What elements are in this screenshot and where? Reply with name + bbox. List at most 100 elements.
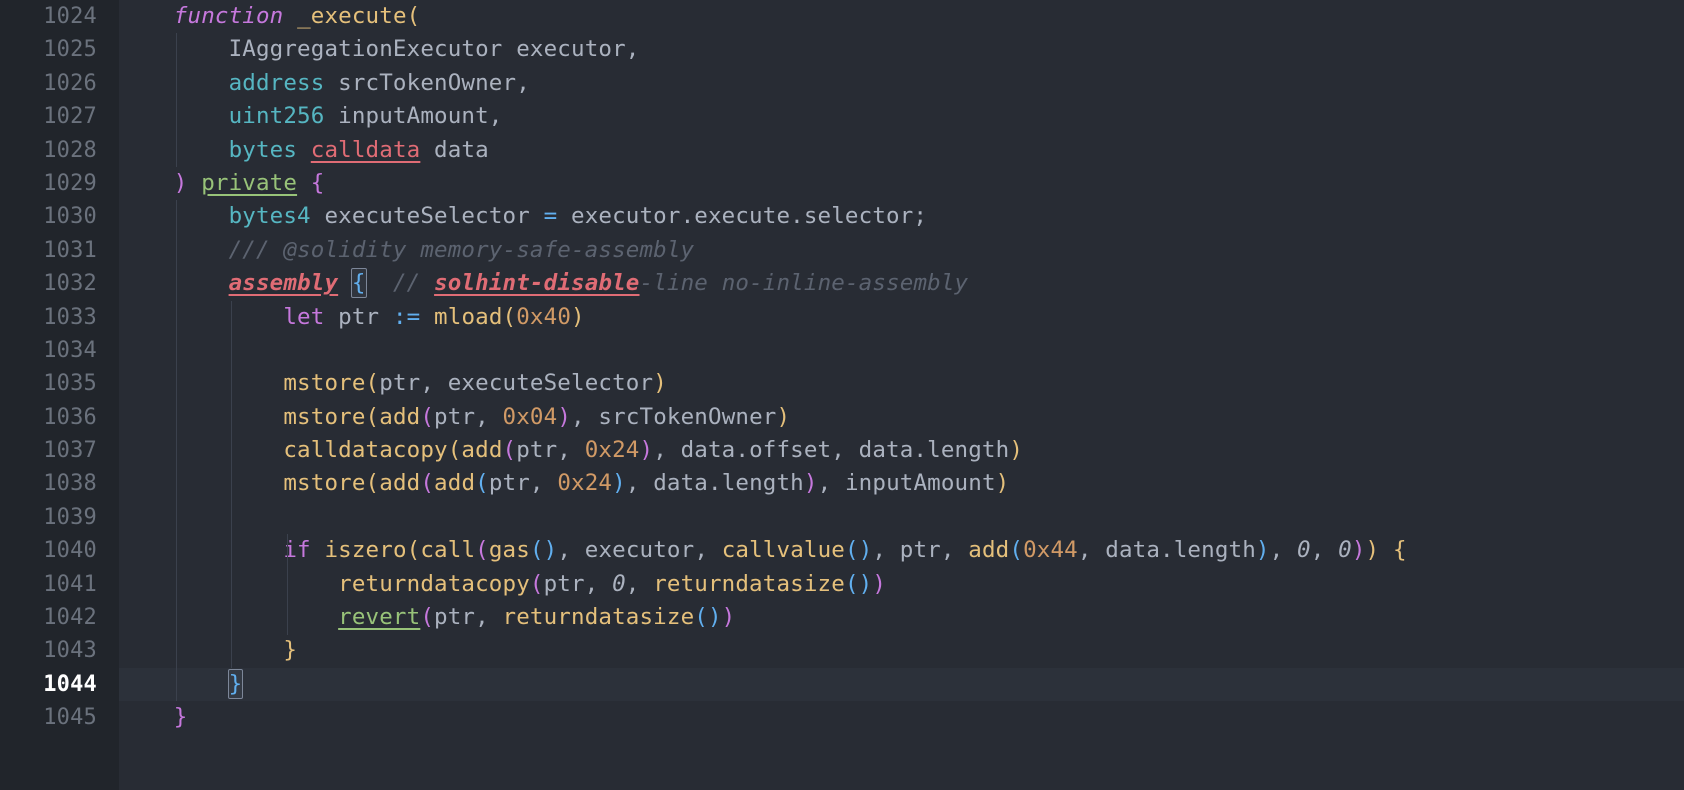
code-line-text: mstore(add(add(ptr, 0x24), data.length),…: [119, 467, 1684, 500]
code-token: executor.execute.selector;: [557, 203, 928, 230]
code-token: , executor,: [557, 537, 722, 564]
code-line[interactable]: }: [119, 634, 1684, 667]
code-token: (: [529, 537, 544, 564]
code-token: 0x40: [516, 303, 572, 330]
code-line[interactable]: function _execute(: [119, 0, 1684, 33]
code-line[interactable]: uint256 inputAmount,: [119, 100, 1684, 133]
line-number[interactable]: 1037: [0, 434, 119, 467]
code-token: (: [447, 437, 462, 464]
code-editor[interactable]: 1024 1025 1026 1027 1028 1029 1030 1031 1032 1033…: [0, 0, 1684, 790]
code-token: ): [858, 537, 873, 564]
code-token: }: [283, 637, 298, 664]
code-line[interactable]: ) private {: [119, 167, 1684, 200]
line-number[interactable]: 1035: [0, 367, 119, 400]
line-number[interactable]: 1033: [0, 301, 119, 334]
code-token: ptr: [324, 303, 393, 330]
code-line-text: bytes4 executeSelector = executor.execut…: [119, 200, 1684, 233]
code-line[interactable]: [119, 501, 1684, 534]
code-token: data: [420, 136, 489, 163]
code-line[interactable]: mstore(add(ptr, 0x04), srcTokenOwner): [119, 401, 1684, 434]
line-number[interactable]: 1044: [0, 668, 119, 701]
line-number[interactable]: 1032: [0, 267, 119, 300]
line-number[interactable]: 1034: [0, 334, 119, 367]
code-token: returndatacopy: [338, 570, 530, 597]
code-line-active[interactable]: }: [119, 667, 1684, 702]
line-number[interactable]: 1027: [0, 100, 119, 133]
code-token: address: [228, 69, 325, 96]
code-token: ptr,: [516, 437, 585, 464]
line-number[interactable]: 1030: [0, 200, 119, 233]
line-number[interactable]: 1042: [0, 601, 119, 634]
code-line[interactable]: let ptr := mload(0x40): [119, 301, 1684, 334]
line-number[interactable]: 1024: [0, 0, 119, 33]
code-token: add: [434, 470, 476, 497]
line-number[interactable]: 1039: [0, 501, 119, 534]
code-token: ptr,: [434, 403, 503, 430]
code-line[interactable]: if iszero(call(gas(), executor, callvalu…: [119, 534, 1684, 567]
code-token: srcTokenOwner,: [324, 69, 530, 96]
code-token: ptr,: [488, 470, 558, 497]
code-line-text: }: [119, 701, 1684, 734]
code-line[interactable]: calldatacopy(add(ptr, 0x24), data.offset…: [119, 434, 1684, 467]
line-number[interactable]: 1036: [0, 401, 119, 434]
code-token: ): [1255, 537, 1270, 564]
code-token: //: [392, 270, 435, 297]
code-line[interactable]: assembly { // solhint-disable-line no-in…: [119, 267, 1684, 300]
code-line-text: bytes calldata data: [119, 134, 1684, 167]
code-token: call: [420, 537, 476, 564]
code-line[interactable]: returndatacopy(ptr, 0, returndatasize()): [119, 568, 1684, 601]
code-token: (: [475, 537, 489, 564]
code-token: , inputAmount: [817, 470, 996, 497]
code-token: ): [1365, 537, 1380, 564]
code-line[interactable]: [119, 334, 1684, 367]
line-number[interactable]: 1045: [0, 701, 119, 734]
line-number[interactable]: 1025: [0, 33, 119, 66]
line-number-gutter[interactable]: 1024 1025 1026 1027 1028 1029 1030 1031 1032 1033…: [0, 0, 119, 790]
code-line[interactable]: revert(ptr, returndatasize()): [119, 601, 1684, 634]
code-content-area[interactable]: function _execute( IAggregationExecutor …: [119, 0, 1684, 790]
line-number[interactable]: 1038: [0, 467, 119, 500]
line-number[interactable]: 1031: [0, 234, 119, 267]
code-line[interactable]: IAggregationExecutor executor,: [119, 33, 1684, 66]
line-number[interactable]: 1040: [0, 534, 119, 567]
code-token: (: [406, 537, 421, 564]
code-line-text: let ptr := mload(0x40): [119, 301, 1684, 334]
code-token: =: [543, 203, 558, 230]
code-line[interactable]: }: [119, 701, 1684, 734]
code-line[interactable]: address srcTokenOwner,: [119, 67, 1684, 100]
code-token: 0x44: [1023, 537, 1078, 564]
code-token: }: [173, 704, 188, 731]
code-token: (: [844, 537, 859, 564]
code-line[interactable]: mstore(add(add(ptr, 0x24), data.length),…: [119, 467, 1684, 500]
line-number[interactable]: 1028: [0, 134, 119, 167]
code-token: ): [173, 169, 188, 196]
code-token: (: [844, 570, 859, 597]
code-line-text: }: [119, 634, 1684, 667]
line-number[interactable]: 1026: [0, 67, 119, 100]
code-token: (: [365, 370, 380, 397]
code-line[interactable]: bytes4 executeSelector = executor.execut…: [119, 200, 1684, 233]
bracket-match-token: }: [227, 668, 244, 699]
line-number[interactable]: 1029: [0, 167, 119, 200]
line-number[interactable]: 1043: [0, 634, 119, 667]
code-token: mstore: [283, 370, 366, 397]
code-token: ptr,: [543, 570, 613, 597]
code-token: ): [858, 570, 873, 597]
code-token: bytes: [228, 136, 298, 163]
line-number[interactable]: 1041: [0, 568, 119, 601]
code-line[interactable]: bytes calldata data: [119, 134, 1684, 167]
code-line-text: }: [119, 668, 1684, 701]
code-line[interactable]: mstore(ptr, executeSelector): [119, 367, 1684, 400]
code-token: revert: [338, 604, 421, 631]
code-token: 0: [1297, 537, 1311, 564]
code-line[interactable]: /// @solidity memory-safe-assembly: [119, 234, 1684, 267]
code-line-text: mstore(ptr, executeSelector): [119, 367, 1684, 400]
